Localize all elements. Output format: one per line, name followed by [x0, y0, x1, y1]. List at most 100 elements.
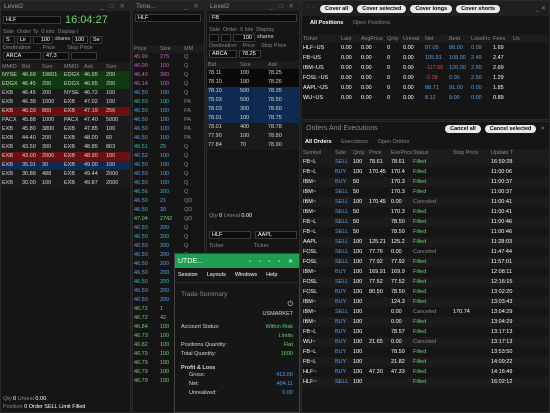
table-row[interactable]: HLF~ BUY 100 47.30 47.33 Filled 14:16:49 — [302, 367, 549, 377]
tab-open-orders[interactable]: Open Orders — [378, 139, 410, 145]
table-row[interactable]: 46.40 300 Q — [133, 71, 204, 80]
col-header[interactable]: Bid — [21, 63, 41, 71]
col-header[interactable]: Size — [41, 63, 63, 71]
table-row[interactable]: IBM~ SELL 100 0.00 Canceled 170.74 13:04:29 — [302, 307, 549, 317]
table-row[interactable]: FOSL BUY 100 80.50 78.50 Filled 13:02:20 — [302, 287, 549, 297]
col-header[interactable]: Side — [334, 149, 352, 157]
table-row[interactable]: 46.50 200 Q — [133, 224, 204, 233]
cover-all-button[interactable]: Cover all — [320, 4, 354, 13]
price-input[interactable]: 78.25 — [239, 50, 261, 58]
table-row[interactable]: 46.50 100 Q — [133, 170, 204, 179]
table-row[interactable]: EXB 46.03 800 EXB 47.19 256 — [1, 107, 130, 116]
stop-price-input[interactable] — [71, 52, 97, 60]
table-row[interactable]: 46.52 100 Q — [133, 152, 204, 161]
close-icon[interactable]: ✕ — [540, 126, 545, 132]
tab-executions[interactable]: Executions — [341, 139, 368, 145]
ticker-input-1[interactable]: HLF — [209, 231, 251, 239]
side-select[interactable]: S — [3, 36, 15, 44]
table-row[interactable]: WU~US 0.00 0.00 0 0.00 8.12 9.00 0.00 0.89 — [302, 93, 549, 103]
ts-symbol-input[interactable]: HLF — [135, 14, 201, 22]
order-type-select[interactable]: Lir — [17, 36, 31, 44]
col-header[interactable]: Ask — [83, 63, 105, 71]
cancel-selected-button[interactable]: Cancel selected — [484, 124, 537, 133]
cover-selected-button[interactable]: Cover selected — [357, 4, 407, 13]
table-row[interactable]: EXB 35.01 30 EXB 49.00 100 — [1, 161, 130, 170]
table-row[interactable]: FOSL~US 0.00 0.00 0 0.00 -2.78 0.00 2.50 1.29 — [302, 73, 549, 83]
col-header[interactable]: Best — [448, 35, 470, 43]
table-row[interactable]: EXB 30.00 100 EXB 49.87 2000 — [1, 179, 130, 188]
table-row[interactable]: 46.50 100 PA — [133, 98, 204, 107]
table-row[interactable]: 46.50 21 QD — [133, 197, 204, 206]
col-header[interactable]: Size — [105, 63, 127, 71]
col-header[interactable]: Price — [133, 45, 159, 53]
quantity-input[interactable]: 100 — [233, 34, 255, 42]
table-row[interactable]: EXB 43.00 2000 EXB 48.90 100 — [1, 152, 130, 161]
table-row[interactable]: IBM~ BUY 100 0.00 Filled 13:04:29 — [302, 317, 549, 327]
col-header[interactable]: Update T — [490, 149, 536, 157]
col-header[interactable]: LossFrc — [470, 35, 492, 43]
col-header[interactable]: Price — [368, 149, 390, 157]
table-row[interactable]: FOSL SELL 100 77.76 0.00 Canceled 11:47:44 — [302, 247, 549, 257]
level2-titlebar[interactable]: Level2 _ □ ✕ — [1, 1, 130, 11]
destination-select[interactable]: ARCA — [209, 50, 237, 58]
menu-item[interactable]: Layouts — [207, 272, 226, 278]
table-row[interactable]: IBM~ BUY 100 124.3 Filled 13:03:43 — [302, 297, 549, 307]
table-row[interactable]: 45.99 275 Q — [133, 53, 204, 62]
table-row[interactable]: 78.10 500 78.35 — [207, 87, 299, 96]
table-row[interactable]: 46.50 200 Q — [133, 242, 204, 251]
table-row[interactable]: FB~L BUY 100 78.50 Filled 13:53:50 — [302, 347, 549, 357]
table-row[interactable]: 46.50 100 Q — [133, 161, 204, 170]
table-row[interactable]: 46.50 100 Q — [133, 89, 204, 98]
table-row[interactable]: IBM~US 0.00 0.00 0 0.00 -117.50 120.00 2.50 2.69 — [302, 63, 549, 73]
table-row[interactable]: 46.14 100 Q — [133, 80, 204, 89]
table-row[interactable]: EXB 43.50 300 EXB 48.85 863 — [1, 143, 130, 152]
col-header[interactable]: Us — [512, 35, 522, 43]
table-row[interactable]: EXB 44.40 200 EXB 48.00 60 — [1, 134, 130, 143]
col-header[interactable]: Symbol — [302, 149, 334, 157]
level2b-symbol-input[interactable]: FB — [209, 14, 297, 22]
side-select[interactable] — [209, 34, 219, 42]
table-row[interactable]: 46.50 100 PA — [133, 125, 204, 134]
menu-item[interactable]: Windows — [235, 272, 257, 278]
power-icon[interactable]: ⏻ — [287, 301, 293, 309]
col-header[interactable]: Fees — [492, 35, 512, 43]
menu-item[interactable]: Help — [266, 272, 277, 278]
col-header[interactable]: Bid — [207, 61, 239, 69]
table-row[interactable]: EXB 46.45 200 NYSE 46.72 100 — [1, 89, 130, 98]
col-header[interactable]: Status — [412, 149, 452, 157]
col-header[interactable]: Size — [239, 61, 267, 69]
window-controls-icon[interactable]: ▫ ▫ ▫ ▫ ✕ — [249, 258, 296, 265]
level2b-titlebar[interactable]: Level2 _ □ ✕ — [207, 1, 299, 11]
tab-all-positions[interactable]: All Positions — [310, 20, 343, 26]
table-row[interactable]: FOSL SELL 100 77.92 77.92 Filled 11:57:01 — [302, 257, 549, 267]
col-header[interactable]: Qnty — [386, 35, 402, 43]
table-row[interactable]: IBM~ SELL 50 170.3 Filled 11:00:37 — [302, 187, 549, 197]
table-row[interactable]: FB~L SELL 100 78.61 78.61 Filled 16:59:28 — [302, 157, 549, 167]
table-row[interactable]: EDGX 46.45 200 EDGX 46.65 200 — [1, 80, 130, 89]
table-row[interactable]: 46.50 100 PA — [133, 107, 204, 116]
tab-open-positions[interactable]: Open Positions — [353, 20, 390, 26]
table-row[interactable]: 78.01 100 78.75 — [207, 114, 299, 123]
table-row[interactable]: 78.03 300 78.60 — [207, 105, 299, 114]
table-row[interactable]: IBM~ BUY 100 169.91 169.9 Filled 12:08:11 — [302, 267, 549, 277]
table-row[interactable]: HLF~ SELL 100 Filled 16:02:12 — [302, 377, 549, 387]
cover-longs-button[interactable]: Cover longs — [410, 4, 453, 13]
table-row[interactable]: 77.90 100 78.80 — [207, 132, 299, 141]
table-row[interactable]: 46.50 200 Q — [133, 233, 204, 242]
table-row[interactable]: 46.50 30 QD — [133, 206, 204, 215]
time-sales-titlebar[interactable]: Time... _ ✕ — [133, 1, 204, 11]
table-row[interactable]: FB~L BUY 100 21.82 Filled 14:09:22 — [302, 357, 549, 367]
table-row[interactable]: PACX 45.88 1000 PACX 47.40 5000 — [1, 116, 130, 125]
col-header[interactable]: Ticker — [302, 35, 340, 43]
table-row[interactable]: NYSE 46.69 19601 EDGX 46.65 200 — [1, 71, 130, 80]
table-row[interactable]: 78.10 100 78.26 — [207, 78, 299, 87]
ticker-input-2[interactable]: AAPL — [255, 231, 297, 239]
table-row[interactable]: FB~L BUY 100 78.57 Filled 13:17:13 — [302, 327, 549, 337]
table-row[interactable]: 78.01 400 78.78 — [207, 123, 299, 132]
symbol-input[interactable]: HLF — [3, 16, 61, 24]
table-row[interactable]: 77.84 70 78.90 — [207, 141, 299, 150]
table-row[interactable]: 46.50 100 Q — [133, 179, 204, 188]
table-row[interactable]: IBM~ BUY 50 170.3 Filled 11:00:37 — [302, 177, 549, 187]
col-header[interactable]: ExePrice — [390, 149, 412, 157]
table-row[interactable]: 46.51 25 Q — [133, 143, 204, 152]
